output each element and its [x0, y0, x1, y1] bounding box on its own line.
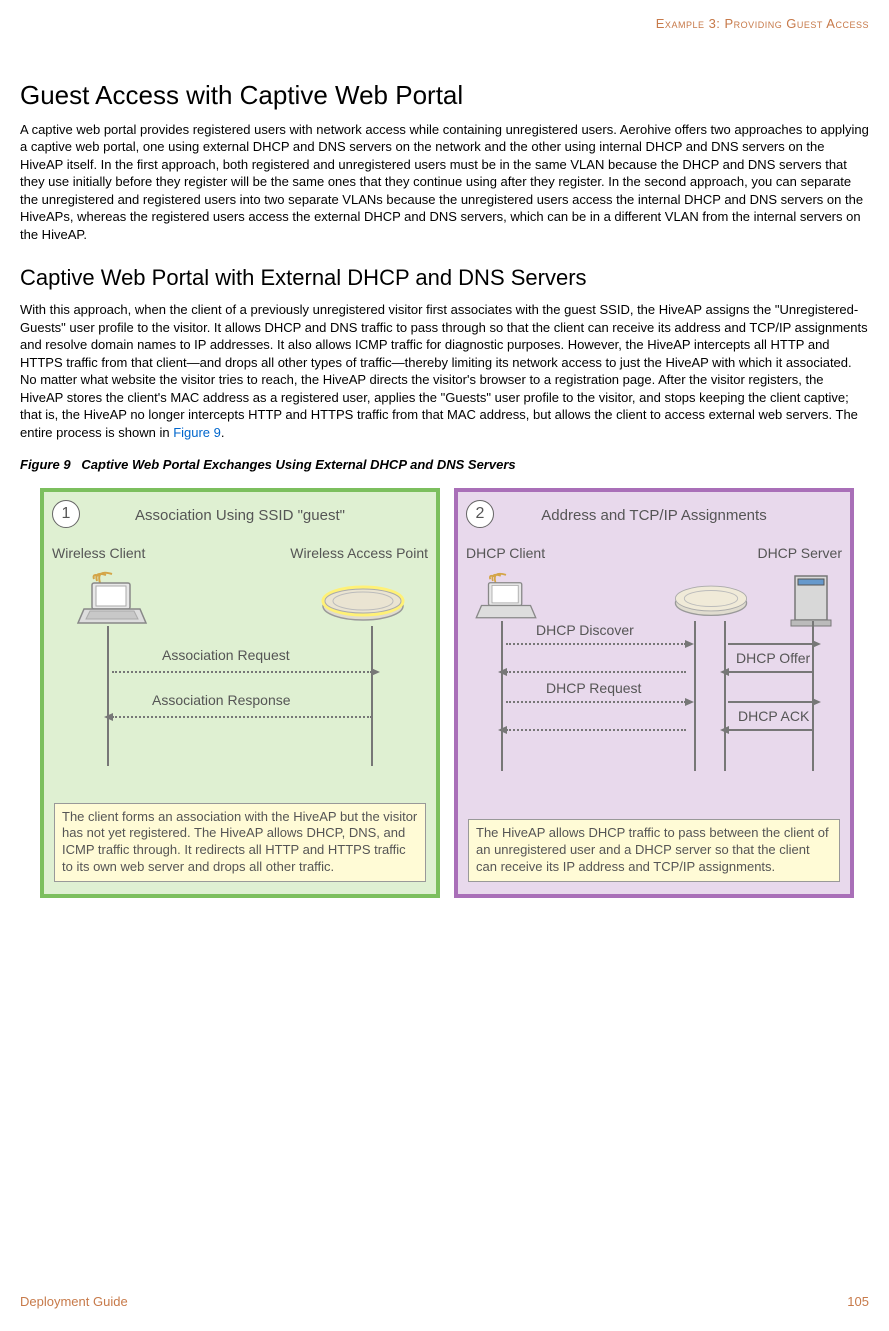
chapter-header: Example 3: Providing Guest Access — [20, 15, 869, 33]
section-title-h2: Captive Web Portal with External DHCP an… — [20, 263, 869, 293]
footer-page-number: 105 — [847, 1293, 869, 1311]
dhcp-ack-label: DHCP ACK — [738, 707, 809, 726]
timeline-ap-right — [724, 621, 726, 771]
assoc-request-arrow — [112, 671, 372, 673]
panel2-title: Address and TCP/IP Assignments — [466, 506, 842, 526]
dhcp-client-label: DHCP Client — [466, 544, 545, 563]
panel1-diagram: Association Request Association Response — [52, 571, 428, 771]
panel-dhcp: 2 Address and TCP/IP Assignments DHCP Cl… — [454, 488, 854, 898]
dhcp-discover-arrow-right — [728, 643, 813, 645]
assoc-response-label: Association Response — [152, 691, 291, 710]
panel2-note: The HiveAP allows DHCP traffic to pass b… — [468, 819, 840, 882]
panel1-note: The client forms an association with the… — [54, 803, 426, 883]
panel2-top-labels: DHCP Client DHCP Server — [466, 544, 842, 563]
panel-association: 1 Association Using SSID "guest" Wireles… — [40, 488, 440, 898]
panel2-diagram: DHCP Discover DHCP Offer DHCP Request DH… — [466, 571, 842, 771]
timeline-ap-left — [694, 621, 696, 771]
timeline-left — [107, 626, 109, 766]
timeline-client — [501, 621, 503, 771]
intro-paragraph: A captive web portal provides registered… — [20, 121, 869, 244]
panel-number-badge: 1 — [52, 500, 80, 528]
figure-title: Captive Web Portal Exchanges Using Exter… — [81, 457, 515, 472]
assoc-response-arrow — [112, 716, 372, 718]
laptop-icon — [72, 571, 152, 631]
panel1-title: Association Using SSID "guest" — [52, 506, 428, 526]
dhcp-offer-label: DHCP Offer — [736, 649, 810, 668]
dhcp-discover-arrow-left — [506, 643, 686, 645]
dhcp-offer-arrow-left — [506, 671, 686, 673]
panel-number-badge: 2 — [466, 500, 494, 528]
laptop-icon — [471, 571, 541, 626]
figure-number: Figure 9 — [20, 457, 71, 472]
figure-caption: Figure 9 Captive Web Portal Exchanges Us… — [20, 456, 869, 474]
wireless-ap-label: Wireless Access Point — [290, 544, 428, 563]
page-title-h1: Guest Access with Captive Web Portal — [20, 78, 869, 113]
p2-text-b: . — [221, 425, 225, 440]
dhcp-server-label: DHCP Server — [757, 544, 842, 563]
p2-text-a: With this approach, when the client of a… — [20, 302, 868, 440]
wireless-client-label: Wireless Client — [52, 544, 145, 563]
assoc-request-label: Association Request — [162, 646, 290, 665]
panel1-top-labels: Wireless Client Wireless Access Point — [52, 544, 428, 563]
dhcp-ack-arrow-right — [728, 729, 813, 731]
dhcp-request-arrow-right — [728, 701, 813, 703]
dhcp-request-arrow-left — [506, 701, 686, 703]
figure-9-diagrams: 1 Association Using SSID "guest" Wireles… — [40, 488, 869, 898]
dhcp-offer-arrow-right — [728, 671, 813, 673]
footer-left: Deployment Guide — [20, 1293, 128, 1311]
dhcp-request-label: DHCP Request — [546, 679, 641, 698]
page-footer: Deployment Guide 105 — [20, 1293, 869, 1311]
timeline-right — [371, 626, 373, 766]
figure-link[interactable]: Figure 9 — [173, 425, 221, 440]
access-point-icon — [318, 576, 408, 626]
section-paragraph: With this approach, when the client of a… — [20, 301, 869, 441]
access-point-icon — [671, 576, 751, 621]
dhcp-ack-arrow-left — [506, 729, 686, 731]
dhcp-discover-label: DHCP Discover — [536, 621, 634, 640]
